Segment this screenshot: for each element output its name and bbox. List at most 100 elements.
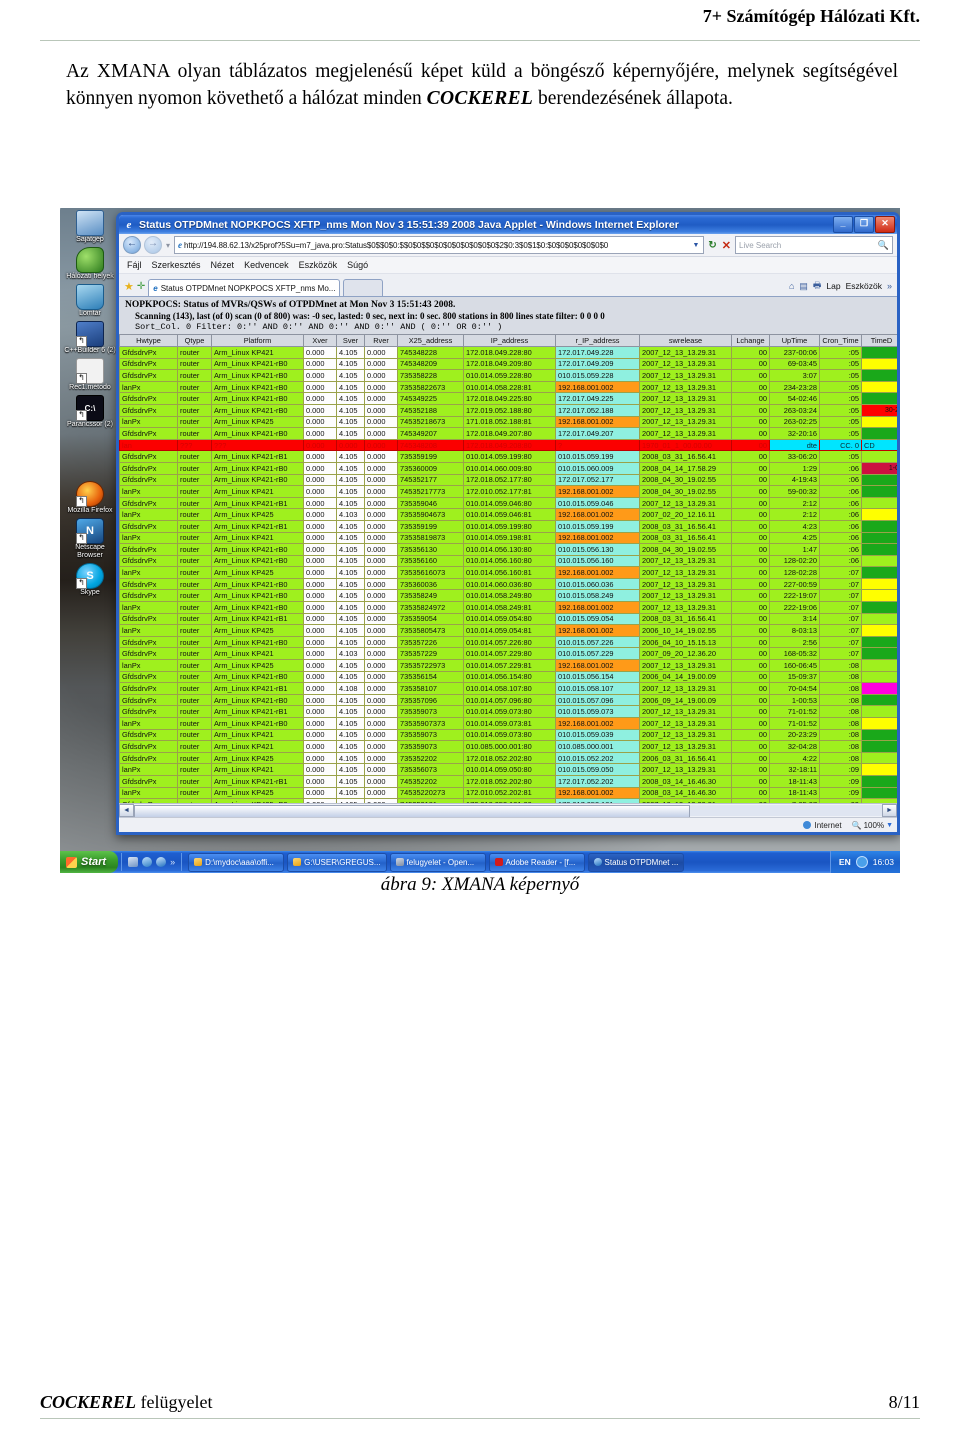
column-header-uptime[interactable]: UpTime — [769, 334, 820, 347]
volume-icon[interactable] — [855, 856, 868, 868]
desktop-icon-recycle-bin[interactable]: Lomtár — [62, 284, 118, 318]
table-row[interactable]: GfdsdrvPx router Arm_Linux KP421-rB1 0.000 4… — [119, 496, 897, 510]
scroll-right-arrow-icon[interactable]: ► — [882, 804, 897, 817]
table-row[interactable]: GfdsdrvPx router Arm_Linux KP421-rB0 0.000 4… — [119, 357, 897, 371]
table-row[interactable]: GfdsdrvPx router Arm_Linux KP421-rB0 0.000 4… — [119, 670, 897, 684]
table-row[interactable]: GfdsdrvPx router Arm_Linux KP421-rB1 0.000 4… — [119, 450, 897, 463]
table-row[interactable]: lanPx router Arm_Linux KP425 0.000 4.105 0.00… — [119, 415, 897, 429]
table-row[interactable]: lanPx router Arm_Linux KP421-rB0 0.000 4.105… — [119, 717, 897, 730]
address-dropdown-icon[interactable]: ▼ — [690, 242, 701, 249]
task-button[interactable]: Adobe Reader - [f... — [488, 852, 585, 872]
table-row[interactable]: lanPx router Arm_Linux KP425 0.000 4.103 0.00… — [119, 508, 897, 521]
chevron-right-icon[interactable]: » — [887, 281, 892, 291]
clock[interactable]: 16:03 — [873, 857, 894, 867]
zoom-dropdown-icon[interactable]: ▼ — [886, 822, 893, 829]
table-row[interactable]: GfdsdrvPx router Arm_Linux KP421-rB1 0.000 4… — [119, 519, 897, 533]
page-menu-button[interactable]: Lap — [826, 281, 840, 291]
table-row[interactable]: GfdsdrvPx router Arm_Linux KP421-rB0 0.000 4… — [119, 577, 897, 591]
security-zone[interactable]: Internet — [803, 821, 842, 830]
stop-button[interactable]: ✕ — [721, 239, 732, 252]
column-header-lchange[interactable]: Lchange — [731, 334, 770, 347]
task-button-active[interactable]: Status OTPDMnet ... — [587, 852, 685, 872]
task-button[interactable]: G:\USER\GREGUS... — [287, 852, 387, 872]
address-input[interactable]: e http://194.88.62.13/x25prof?5Su=m7_jav… — [174, 236, 705, 254]
table-row[interactable]: GfdsdrvPx router Arm_Linux KP421-rB0 0.000 4… — [119, 369, 897, 382]
table-row[interactable]: lanPx router Arm_Linux KP425 0.000 4.105 0.00… — [119, 566, 897, 579]
feeds-icon[interactable]: ▤ — [799, 281, 808, 292]
column-header-cron_time[interactable]: Cron_Time — [819, 334, 862, 347]
table-row[interactable]: GfdsdrvPx router Arm_Linux KP421-rB1 0.000 4… — [119, 705, 897, 718]
table-row[interactable]: lanPx router Arm_Linux KP425 0.000 4.105 0.00… — [119, 786, 897, 800]
quick-browser-icon[interactable] — [142, 857, 153, 867]
column-header-qtype[interactable]: Qtype — [177, 334, 212, 347]
table-row[interactable]: lanPx router Arm_Linux KP421 0.000 4.105 0.00… — [119, 485, 897, 498]
desktop-icon-network-places[interactable]: Hálózati helyek — [62, 247, 118, 281]
desktop-icon-cpp-builder[interactable]: ↰ C++Builder 6 (2) — [62, 321, 118, 355]
tools-menu-button[interactable]: Eszközök — [846, 281, 882, 291]
table-row[interactable]: GfdsdrvPx router Arm_Linux KP421-rB1 0.000 4… — [119, 774, 897, 788]
menu-item-favorites[interactable]: Kedvencek — [244, 260, 289, 270]
column-header-xver[interactable]: Xver — [303, 334, 337, 347]
column-header-x25_address[interactable]: X25_address — [397, 334, 464, 347]
column-header-r_ip_address[interactable]: r_IP_address — [555, 334, 640, 347]
column-header-rver[interactable]: Rver — [364, 334, 398, 347]
quick-ie-icon[interactable] — [156, 857, 167, 867]
show-desktop-icon[interactable] — [128, 857, 139, 867]
table-row[interactable]: GfdsdrvPx router Arm_Linux KP421-rB0 0.000 4… — [119, 427, 897, 440]
table-row[interactable]: GfdsdrvPx router Arm_Linux KP421-rB0 0.000 4… — [119, 554, 897, 568]
column-header-swrelease[interactable]: swrelease — [639, 334, 732, 347]
table-row[interactable]: GfdsdrvPx router Arm_Linux KP421-rB0 0.000 4… — [119, 473, 897, 487]
table-row[interactable]: lanPx router Arm_Linux KP421 0.000 4.105 0.00… — [119, 531, 897, 545]
menu-item-view[interactable]: Nézet — [211, 260, 235, 270]
menu-item-edit[interactable]: Szerkesztés — [152, 260, 201, 270]
desktop-icon-recorder[interactable]: ↰ Rec1.método — [62, 358, 118, 392]
new-tab-button[interactable] — [343, 279, 384, 296]
column-header-hwtype[interactable]: Hwtype — [119, 334, 178, 347]
quick-launch-overflow-icon[interactable]: » — [170, 857, 175, 867]
scroll-trough[interactable] — [134, 805, 882, 817]
close-button[interactable]: ✕ — [875, 216, 895, 233]
menu-item-help[interactable]: Súgó — [347, 260, 368, 270]
print-icon[interactable]: 🖶 — [813, 278, 822, 294]
table-row[interactable]: GfdsdrvPx router Arm_Linux KP421 0.000 4.105… — [119, 346, 897, 359]
table-row[interactable]: GfdsdrvPxrouterArm_Linux KP425-rB00.0004… — [119, 798, 897, 803]
maximize-button[interactable]: ❐ — [854, 216, 874, 233]
table-row[interactable]: GfdsdrvPx router Arm_Linux KP421-rB1 0.000 4… — [119, 612, 897, 626]
table-row[interactable]: GfdsdrvPx router Arm_Linux KP425 0.000 4.105… — [119, 751, 897, 765]
table-row[interactable]: GfdsdrvPx router Arm_Linux KP421-rB0 0.000 4… — [119, 392, 897, 405]
table-row[interactable]: GfdsdrvPx router Arm_Linux KP421-rB0 0.000 4… — [119, 461, 897, 475]
desktop-icon-my-computer[interactable]: Sajátgép — [62, 210, 118, 244]
table-row[interactable]: GfdsdrvPx router Arm_Linux KP421-rB0 0.000 4… — [119, 589, 897, 603]
horizontal-scrollbar[interactable]: ◄ ► — [119, 803, 897, 817]
table-row[interactable]: GfdsdrvPx router Arm_Linux KP421 0.000 4.105… — [119, 740, 897, 753]
favorites-star-icon[interactable]: ★ — [124, 278, 134, 296]
desktop-icon-firefox[interactable]: ↰ Mozilla Firefox — [62, 481, 118, 515]
table-row[interactable]: lanPx router Arm_Linux KP421 0.000 4.105 0.00… — [119, 763, 897, 776]
desktop-icon-netscape[interactable]: N ↰ Netscape Browser — [62, 518, 118, 560]
desktop-icon-command-prompt[interactable]: C:\ ↰ Parancssor (2) — [62, 395, 118, 429]
table-row[interactable]: lanPx router Arm_Linux KP425 0.000 4.105 0.00… — [119, 659, 897, 672]
table-row[interactable]: GfdsdrvPx router Arm_Linux KP421-rB1 0.000 4… — [119, 682, 897, 695]
title-bar[interactable]: e Status OTPDMnet NOPKPOCS XFTP_nms Mon … — [119, 215, 897, 234]
task-button[interactable]: felugyelet - Open... — [389, 852, 486, 872]
menu-item-file[interactable]: Fájl — [127, 260, 142, 270]
refresh-button[interactable]: ↻ — [707, 240, 717, 251]
minimize-button[interactable]: _ — [833, 216, 853, 233]
column-header-platform[interactable]: Platform — [211, 334, 304, 347]
task-button[interactable]: D:\mydoc\aaa\offi... — [188, 852, 285, 872]
menu-item-tools[interactable]: Eszközök — [299, 260, 338, 270]
table-row[interactable]: GfdsdrvPx router Arm_Linux KP421-rB0 0.000 4… — [119, 403, 897, 417]
search-input[interactable]: Live Search 🔍 — [735, 236, 893, 254]
back-button[interactable]: ← — [123, 236, 141, 254]
start-button[interactable]: Start — [60, 851, 119, 873]
search-icon[interactable]: 🔍 — [878, 240, 889, 251]
table-row[interactable]: lanPx router Arm_Linux KP421-rB0 0.000 4.105… — [119, 380, 897, 394]
column-header-ip_address[interactable]: IP_address — [463, 334, 556, 347]
table-row[interactable]: lan?????? 0.000 0.000 0.000 745348208 172.018… — [119, 438, 897, 452]
desktop-icon-skype[interactable]: S ↰ Skype — [62, 563, 118, 597]
home-icon[interactable]: ⌂ — [789, 281, 794, 291]
language-indicator[interactable]: EN — [839, 857, 851, 867]
table-row[interactable]: GfdsdrvPx router Arm_Linux KP421-rB0 0.000 4… — [119, 543, 897, 556]
column-header-timed[interactable]: TimeD — [861, 334, 897, 347]
scroll-left-arrow-icon[interactable]: ◄ — [119, 804, 134, 817]
